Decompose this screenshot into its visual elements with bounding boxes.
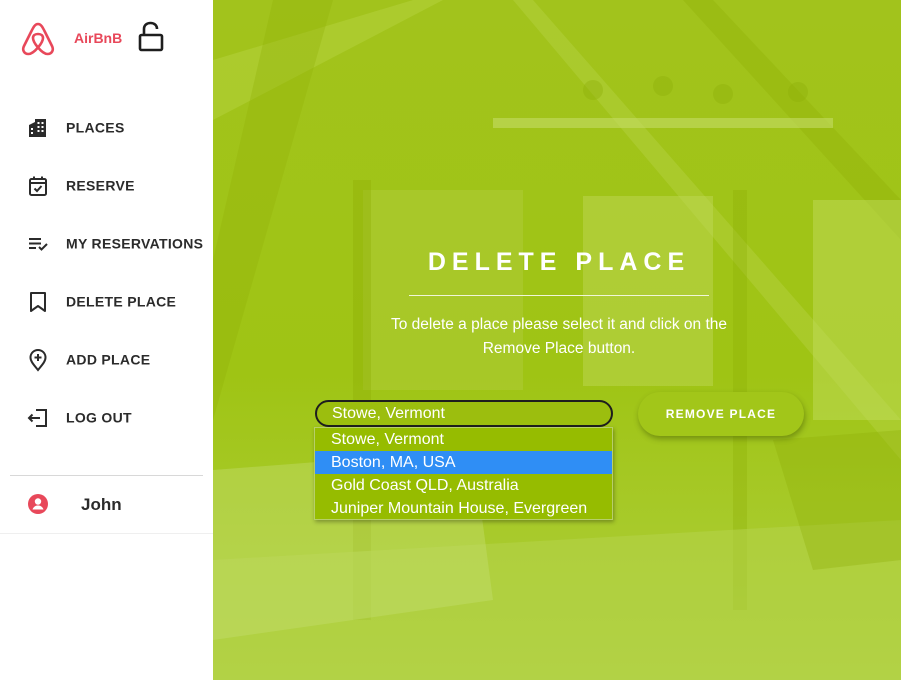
sidebar-item-label: DELETE PLACE xyxy=(66,293,177,310)
location-plus-icon xyxy=(29,348,47,372)
building-icon xyxy=(29,119,46,137)
sidebar-item-label: RESERVE xyxy=(66,177,135,194)
sidebar-item-log-out[interactable]: LOG OUT xyxy=(0,390,213,446)
title-divider xyxy=(409,295,709,296)
place-option[interactable]: Juniper Mountain House, Evergreen xyxy=(315,497,612,520)
place-option[interactable]: Gold Coast QLD, Australia xyxy=(315,474,612,497)
main-panel: DELETE PLACE To delete a place please se… xyxy=(213,0,901,680)
user-profile[interactable]: John xyxy=(0,478,213,534)
sidebar-item-add-place[interactable]: ADD PLACE xyxy=(0,332,213,388)
place-option[interactable]: Stowe, Vermont xyxy=(315,428,612,451)
sidebar-item-reserve[interactable]: RESERVE xyxy=(0,158,213,214)
list-check-icon xyxy=(29,238,48,251)
logout-icon xyxy=(27,409,47,427)
sidebar-item-label: ADD PLACE xyxy=(66,351,151,368)
page-title: DELETE PLACE xyxy=(427,248,691,276)
sidebar-item-places[interactable]: PLACES xyxy=(0,100,213,156)
remove-place-button[interactable]: REMOVE PLACE xyxy=(638,392,804,436)
avatar-icon xyxy=(28,494,48,514)
place-options-list: Stowe, Vermont Boston, MA, USA Gold Coas… xyxy=(314,427,613,520)
place-option-highlighted[interactable]: Boston, MA, USA xyxy=(315,451,612,474)
calendar-check-icon xyxy=(29,176,47,196)
unlock-icon[interactable] xyxy=(137,20,165,54)
sidebar-item-label: LOG OUT xyxy=(66,409,132,426)
airbnb-logo-icon[interactable] xyxy=(20,20,56,58)
page-description: To delete a place please select it and c… xyxy=(390,316,728,357)
sidebar-item-my-reservations[interactable]: MY RESERVATIONS xyxy=(0,216,213,272)
place-select[interactable]: Stowe, Vermont xyxy=(315,400,613,427)
brand: AirBnB xyxy=(20,18,200,58)
sidebar-item-delete-place[interactable]: DELETE PLACE xyxy=(0,274,213,330)
sidebar: AirBnB PLACES RESERVE MY RESERVATIONS DE… xyxy=(0,0,213,680)
sidebar-divider xyxy=(10,475,203,476)
sidebar-item-label: MY RESERVATIONS xyxy=(66,235,204,252)
bookmark-icon xyxy=(30,292,46,312)
sidebar-item-label: PLACES xyxy=(66,119,125,136)
brand-name: AirBnB xyxy=(74,30,123,46)
user-name: John xyxy=(81,495,122,514)
